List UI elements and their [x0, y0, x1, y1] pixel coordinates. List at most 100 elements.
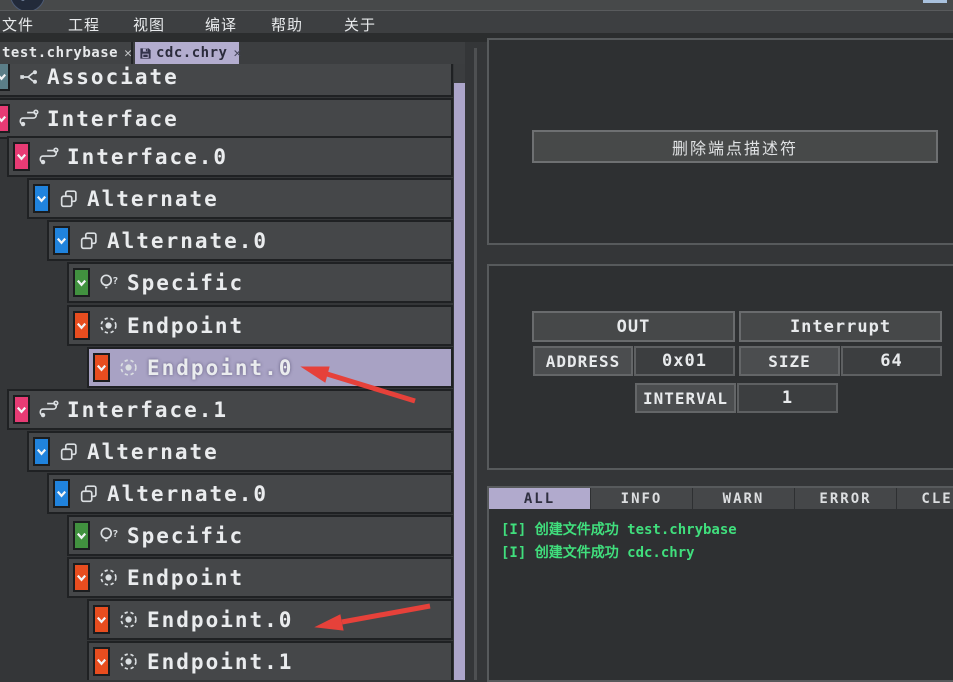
alternate-icon	[58, 188, 80, 210]
specific-icon: ?	[98, 525, 120, 547]
interface-icon	[38, 399, 60, 421]
tree-row-label: Endpoint	[127, 566, 244, 590]
tree-row-interface-0[interactable]: Interface.0	[7, 136, 453, 177]
log-tab-warn[interactable]: WARN	[693, 488, 794, 509]
tree-row-label: Alternate.0	[107, 229, 268, 253]
menu-item-3[interactable]: 编译	[205, 14, 237, 35]
expand-toggle-icon[interactable]	[0, 104, 10, 133]
associate-icon	[18, 66, 40, 88]
close-tab-icon[interactable]: ✕	[124, 46, 132, 61]
expand-toggle-icon[interactable]	[73, 311, 90, 340]
interface-icon	[38, 146, 60, 168]
alternate-icon	[78, 230, 100, 252]
tree-row-specific[interactable]: ? Specific	[67, 262, 453, 303]
log-tab-info[interactable]: INFO	[591, 488, 692, 509]
expand-toggle-icon[interactable]	[53, 226, 70, 255]
tree-row-associate[interactable]: Associate	[0, 64, 453, 97]
tab-test-chrybase[interactable]: test.chrybase ✕	[0, 42, 133, 64]
svg-text:?: ?	[112, 529, 118, 540]
expand-toggle-icon[interactable]	[13, 395, 30, 424]
log-panel: ALLINFOWARNERRORCLEAR [I] 创建文件成功 test.ch…	[487, 486, 953, 682]
tab-label: test.chrybase	[2, 45, 118, 61]
tree-row-endpoint-0[interactable]: Endpoint.0	[87, 599, 453, 640]
expand-toggle-icon[interactable]	[0, 64, 10, 91]
tree-row-label: Alternate	[87, 440, 219, 464]
expand-toggle-icon[interactable]	[53, 479, 70, 508]
tree-row-label: Interface.1	[67, 398, 228, 422]
address-value-field[interactable]: 0x01	[634, 346, 735, 376]
endpoint-icon	[98, 567, 120, 589]
delete-endpoint-descriptor-button[interactable]: 删除端点描述符	[532, 130, 938, 163]
tree-row-endpoint-1[interactable]: Endpoint.1	[87, 641, 453, 680]
close-tab-icon[interactable]: ✕	[233, 46, 241, 61]
tree-row-label: Endpoint	[127, 314, 244, 338]
expand-toggle-icon[interactable]	[73, 521, 90, 550]
alternate-icon	[78, 483, 100, 505]
editor-tab-bar: test.chrybase ✕ cdc.chry ✕	[0, 42, 465, 64]
log-filter-tabs: ALLINFOWARNERRORCLEAR	[489, 488, 953, 509]
menu-item-5[interactable]: 关于	[344, 14, 376, 35]
expand-toggle-icon[interactable]	[73, 563, 90, 592]
tab-label: cdc.chry	[156, 45, 227, 61]
interface-icon	[18, 108, 40, 130]
expand-toggle-icon[interactable]	[33, 437, 50, 466]
tree-row-endpoint[interactable]: Endpoint	[67, 305, 453, 346]
expand-toggle-icon[interactable]	[93, 605, 110, 634]
transfer-type-button[interactable]: Interrupt	[739, 311, 942, 342]
tree-row-specific[interactable]: ?Specific	[67, 515, 453, 556]
tree-row-endpoint-0[interactable]: Endpoint.0	[87, 347, 453, 388]
endpoint-icon	[118, 651, 140, 673]
log-tab-all[interactable]: ALL	[489, 488, 590, 509]
expand-toggle-icon[interactable]	[93, 353, 110, 382]
tree-row-alternate-0[interactable]: Alternate.0	[47, 220, 453, 261]
specific-icon: ?	[98, 272, 120, 294]
tree-row-alternate-0[interactable]: Alternate.0	[47, 473, 453, 514]
save-icon	[139, 47, 152, 60]
expand-toggle-icon[interactable]	[33, 184, 50, 213]
size-value-field[interactable]: 64	[841, 346, 942, 376]
expand-toggle-icon[interactable]	[13, 142, 30, 171]
menu-item-4[interactable]: 帮助	[271, 14, 303, 35]
tab-cdc-chry[interactable]: cdc.chry ✕	[135, 42, 239, 64]
panel-splitter[interactable]	[474, 48, 477, 680]
alternate-icon	[58, 441, 80, 463]
menu-item-2[interactable]: 视图	[133, 14, 165, 35]
window-titlebar	[0, 0, 953, 10]
tree-row-label: Alternate	[87, 187, 219, 211]
tree-row-label: Specific	[127, 271, 244, 295]
app-logo-icon	[10, 0, 45, 10]
size-label: SIZE	[739, 346, 840, 376]
tree-row-interface[interactable]: Interface	[0, 98, 453, 139]
tree-row-label: Interface.0	[67, 145, 228, 169]
tree-row-endpoint[interactable]: Endpoint	[67, 557, 453, 598]
tree-row-label: Alternate.0	[107, 482, 268, 506]
tree-scrollbar-thumb[interactable]	[454, 83, 465, 680]
tree-row-label: Interface	[47, 107, 179, 131]
tree-row-alternate[interactable]: Alternate	[27, 178, 453, 219]
log-line: [I] 创建文件成功 cdc.chry	[501, 542, 941, 565]
menu-item-0[interactable]: 文件	[2, 14, 34, 35]
log-line: [I] 创建文件成功 test.chrybase	[501, 519, 941, 542]
log-tab-clear[interactable]: CLEAR	[897, 488, 953, 509]
endpoint-icon	[98, 315, 120, 337]
tree-row-label: Endpoint.0	[147, 608, 293, 632]
expand-toggle-icon[interactable]	[73, 268, 90, 297]
tree-row-alternate[interactable]: Alternate	[27, 431, 453, 472]
window-control-sliver	[923, 0, 947, 3]
tree-row-label: Endpoint.0	[147, 356, 293, 380]
interval-label: INTERVAL	[635, 383, 736, 413]
action-panel: 删除端点描述符	[487, 38, 953, 245]
descriptor-tree: Associate Interface Interface.0 Alternate Al…	[0, 64, 466, 680]
tree-row-interface-1[interactable]: Interface.1	[7, 389, 453, 430]
log-tab-error[interactable]: ERROR	[795, 488, 896, 509]
menu-item-1[interactable]: 工程	[68, 14, 100, 35]
interval-value-field[interactable]: 1	[737, 383, 838, 413]
tree-row-label: Endpoint.1	[147, 650, 293, 674]
direction-button[interactable]: OUT	[532, 311, 735, 342]
log-output: [I] 创建文件成功 test.chrybase[I] 创建文件成功 cdc.c…	[501, 519, 941, 565]
expand-toggle-icon[interactable]	[93, 647, 110, 676]
svg-text:?: ?	[112, 276, 118, 287]
endpoint-icon	[118, 357, 140, 379]
menu-bar: 文件 工程 视图 编译 帮助 关于	[0, 10, 953, 34]
address-label: ADDRESS	[533, 346, 633, 376]
